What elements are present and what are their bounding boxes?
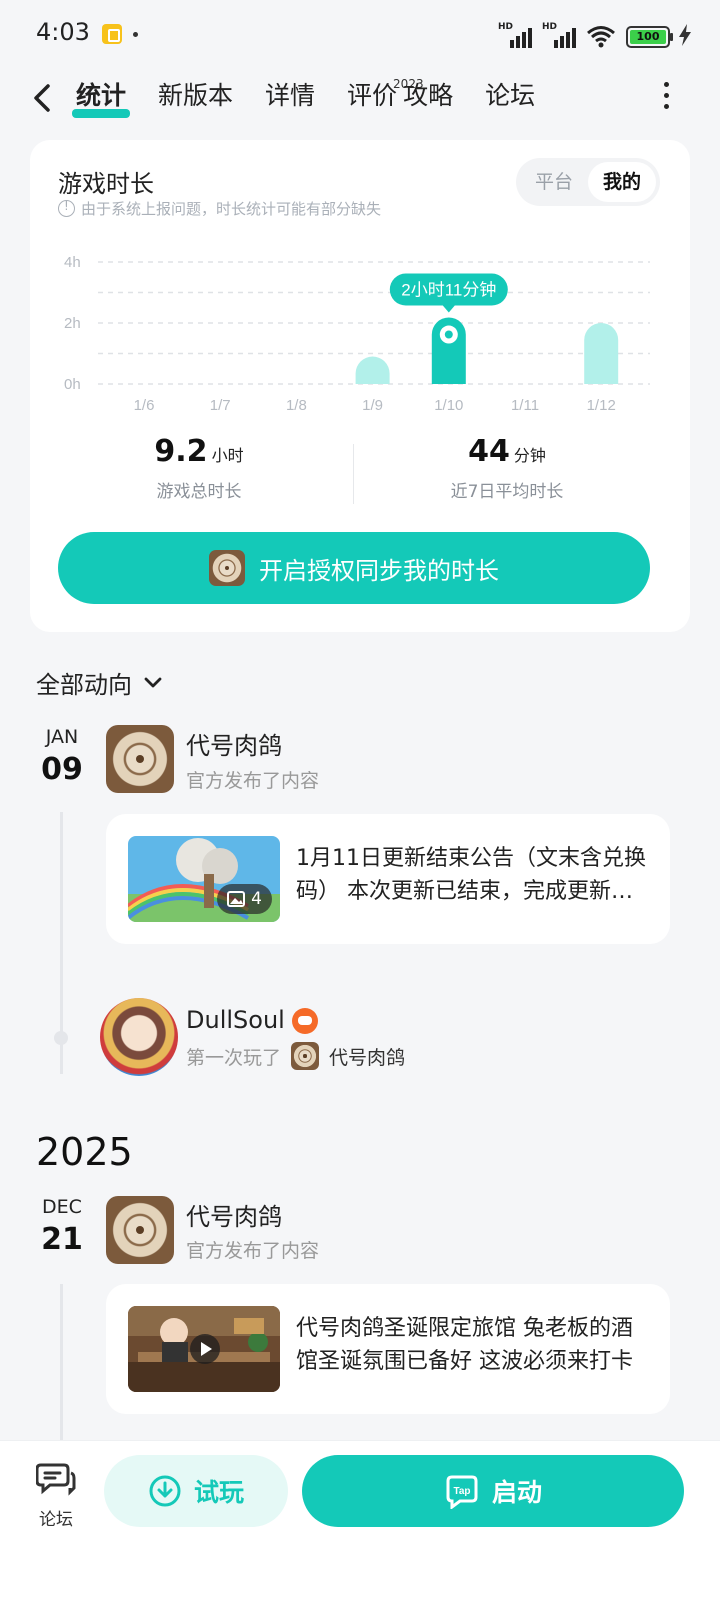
average-unit: 分钟 <box>513 446 546 465</box>
user-action: 第一次玩了 代号肉鸽 <box>186 1042 405 1070</box>
chart-bar <box>355 356 390 384</box>
chart-y-tick: 2h <box>64 315 81 332</box>
total-unit: 小时 <box>211 446 244 465</box>
status-bar: 4:03 HD HD 100 <box>0 0 720 68</box>
more-options-icon[interactable] <box>658 82 674 112</box>
chart-x-tick: 1/9 <box>362 397 383 414</box>
chevron-down-icon <box>144 677 162 687</box>
game-icon[interactable] <box>106 1196 174 1264</box>
tab-bar: 统计 新版本 详情 评价 2023 攻略 论坛 <box>71 77 567 120</box>
bottom-action-bar: 论坛 试玩 Tap 启动 <box>0 1440 720 1600</box>
tab-guides[interactable]: 攻略 <box>403 80 453 120</box>
total-value: 9.2 <box>154 434 208 469</box>
wifi-icon <box>587 26 615 48</box>
entry-month: JAN <box>45 726 79 748</box>
entry-day: 09 <box>41 752 83 787</box>
game-icon[interactable] <box>106 725 174 793</box>
chart-bar <box>584 323 619 384</box>
trial-button[interactable]: 试玩 <box>104 1455 288 1527</box>
svg-text:Tap: Tap <box>453 1486 470 1497</box>
status-time: 4:03 <box>36 18 90 46</box>
chart-y-tick: 4h <box>64 254 81 271</box>
poster-name[interactable]: 代号肉鸽 <box>186 1197 282 1232</box>
post-card[interactable]: 4 1月11日更新结束公告（文末含兑换码） 本次更新已结束，完成更新即可进入游戏 <box>106 814 670 944</box>
status-indicators: HD HD 100 <box>498 22 673 48</box>
user-avatar[interactable] <box>100 998 178 1076</box>
average-label: 近7日平均时长 <box>450 482 564 502</box>
chart-x-tick: 1/12 <box>587 397 616 414</box>
toggle-mine[interactable]: 我的 <box>588 162 656 202</box>
total-label: 游戏总时长 <box>156 482 242 502</box>
post-thumbnail: 4 <box>128 836 280 922</box>
chart-y-tick: 0h <box>64 376 81 393</box>
average-value: 44 <box>468 434 510 469</box>
poster-action: 官方发布了内容 <box>186 770 320 792</box>
signal-icon-2: HD <box>542 22 576 48</box>
scope-toggle: 平台 我的 <box>516 158 660 206</box>
toggle-platform[interactable]: 平台 <box>520 162 588 202</box>
chat-icon <box>35 1463 76 1496</box>
post-card[interactable]: 代号肉鸽圣诞限定旅馆 兔老板的酒馆圣诞氛围已备好 这波必须来打卡 <box>106 1284 670 1414</box>
taptap-icon: Tap <box>446 1475 478 1509</box>
battery-icon: 100 <box>626 26 673 48</box>
play-icon <box>190 1334 220 1364</box>
poster-action: 官方发布了内容 <box>186 1240 320 1262</box>
sync-playtime-button[interactable]: 开启授权同步我的时长 <box>58 532 650 604</box>
timeline-dot <box>54 1031 68 1045</box>
image-count-badge: 4 <box>217 884 272 914</box>
poster-name[interactable]: 代号肉鸽 <box>186 726 282 761</box>
user-name[interactable]: DullSoul <box>186 1006 319 1034</box>
chart-tooltip-arrow <box>442 305 455 313</box>
image-icon <box>227 891 246 907</box>
tab-stats[interactable]: 统计 <box>71 80 131 120</box>
signal-icon: HD <box>498 22 532 48</box>
game-icon <box>209 550 245 586</box>
total-playtime: 9.2 小时 游戏总时长 <box>54 434 344 502</box>
activity-filter[interactable]: 全部动向 <box>36 665 164 700</box>
timeline-line <box>60 1284 63 1440</box>
tab-forum[interactable]: 论坛 <box>485 80 535 120</box>
post-text: 代号肉鸽圣诞限定旅馆 兔老板的酒馆圣诞氛围已备好 这波必须来打卡 <box>296 1316 633 1374</box>
game-icon <box>291 1042 320 1070</box>
charging-icon <box>679 24 691 46</box>
top-nav: 统计 新版本 详情 评价 2023 攻略 论坛 <box>0 68 720 128</box>
tab-reviews[interactable]: 评价 2023 <box>347 77 424 120</box>
playtime-note: 由于系统上报问题，时长统计可能有部分缺失 <box>58 198 381 219</box>
playtime-chart: 0h 2h 4h 1/6 1/7 1/8 1/9 1/10 2小时11分钟 1/11 1/12 <box>64 254 650 414</box>
metric-divider <box>353 444 354 504</box>
forum-button[interactable]: 论坛 <box>30 1461 82 1541</box>
entry-day: 21 <box>41 1222 83 1257</box>
download-icon <box>149 1475 181 1507</box>
tab-details[interactable]: 详情 <box>265 80 315 120</box>
year-heading: 2025 <box>36 1130 133 1174</box>
status-dot <box>133 32 138 37</box>
post-text: 1月11日更新结束公告（文末含兑换码） 本次更新已结束，完成更新即可进入游戏 <box>296 846 646 904</box>
chart-x-tick: 1/8 <box>286 397 307 414</box>
launch-button[interactable]: Tap 启动 <box>302 1455 684 1527</box>
chart-bar-marker-dot <box>444 330 453 339</box>
post-thumbnail <box>128 1306 280 1392</box>
playtime-title: 游戏时长 <box>58 170 154 198</box>
back-icon[interactable] <box>26 78 62 118</box>
chart-x-tick: 1/6 <box>134 397 155 414</box>
played-game-name[interactable]: 代号肉鸽 <box>329 1043 405 1070</box>
info-icon <box>58 199 75 217</box>
chart-tooltip-text: 2小时11分钟 <box>401 281 496 300</box>
chart-x-tick: 1/11 <box>511 397 539 414</box>
chart-x-tick: 1/7 <box>210 397 231 414</box>
chart-x-tick: 1/10 <box>434 397 463 414</box>
entry-month: DEC <box>42 1196 82 1218</box>
playtime-card: 游戏时长 由于系统上报问题，时长统计可能有部分缺失 平台 我的 0h 2h 4h 1/… <box>30 140 690 632</box>
average-playtime: 44 分钟 近7日平均时长 <box>362 434 652 502</box>
player-badge-icon <box>292 1008 319 1034</box>
tab-new-version[interactable]: 新版本 <box>158 80 233 120</box>
notification-icon <box>102 24 122 44</box>
